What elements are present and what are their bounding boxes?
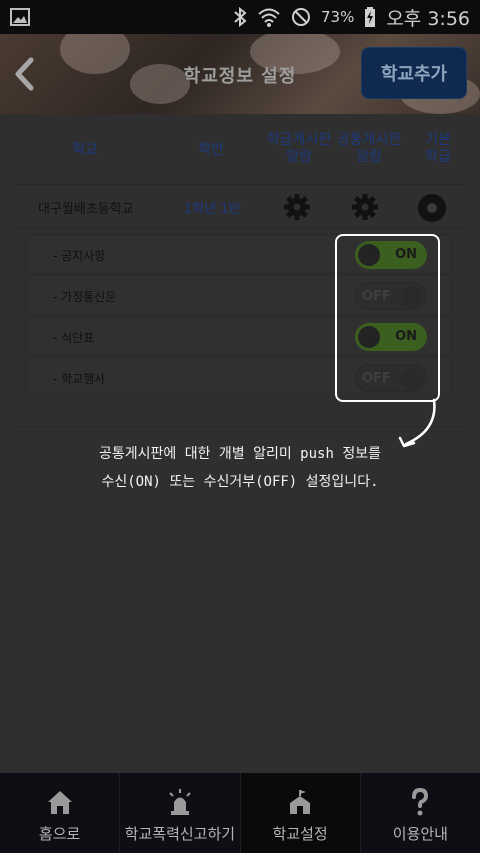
nav-report-violence[interactable]: 학교폭력신고하기 — [120, 773, 239, 853]
do-not-disturb-icon — [291, 8, 310, 26]
board-item-label: - 공지사항 — [53, 249, 106, 263]
status-bar: 73% 오후 3:56 — [0, 0, 480, 34]
school-name: 대구월배초등학교 — [38, 202, 134, 217]
caption-line: 수신(ON) 또는 수신거부(OFF) 설정입니다. — [101, 474, 379, 490]
column-grade-board-line2: 알람 — [286, 149, 312, 165]
common-board-gear-icon[interactable] — [350, 192, 380, 222]
column-common-board-line1: 공통게시판 — [336, 132, 402, 148]
battery-percent: 73% — [320, 8, 355, 26]
siren-icon — [169, 789, 191, 815]
tutorial-caption: 공통게시판에 대한 개별 알리미 push 정보를 수신(ON) 또는 수신거부… — [0, 440, 480, 496]
nav-label: 학교폭력신고하기 — [124, 825, 236, 843]
board-item-label: - 학교행사 — [53, 372, 106, 386]
column-basic-line1: 기본 — [425, 132, 451, 148]
column-basic-class: 기본 학급 — [416, 132, 460, 166]
bottom-nav: 홈으로 학교폭력신고하기 학교설정 이용안내 — [0, 773, 480, 853]
column-grade-board-line1: 학급게시판 — [266, 132, 332, 148]
settings-content: 학교 학반 학급게시판 알람 공통게시판 알람 기본 학급 대구월배초등학교 1… — [0, 114, 480, 773]
nav-home[interactable]: 홈으로 — [0, 773, 119, 853]
column-headers: 학교 학반 학급게시판 알람 공통게시판 알람 기본 학급 — [0, 114, 480, 184]
nav-school-settings[interactable]: 학교설정 — [240, 773, 360, 853]
grade-board-gear-icon[interactable] — [282, 192, 312, 222]
clock: 오후 3:56 — [386, 7, 470, 30]
header: 학교정보 설정 학교추가 — [0, 34, 480, 114]
school-icon — [290, 790, 311, 814]
divider — [14, 184, 466, 185]
home-icon — [47, 791, 72, 814]
battery-charging-icon — [365, 7, 376, 27]
nav-label: 학교설정 — [272, 825, 328, 843]
board-item-label: - 가정통신문 — [53, 290, 117, 304]
image-icon — [10, 8, 30, 26]
column-common-board-line2: 알람 — [356, 149, 382, 165]
school-row: 대구월배초등학교 1학년 1반 — [14, 186, 466, 228]
add-school-button[interactable]: 학교추가 — [361, 47, 467, 99]
nav-guide[interactable]: 이용안내 — [361, 773, 480, 853]
caption-line: 공통게시판에 대한 개별 알리미 push 정보를 — [99, 446, 381, 462]
column-basic-line2: 학급 — [425, 149, 451, 165]
board-item-label: - 식단표 — [53, 331, 95, 345]
column-grade-board-alarm: 학급게시판 알람 — [264, 132, 334, 166]
question-icon — [412, 787, 429, 816]
column-class: 학반 — [198, 142, 224, 158]
divider — [14, 228, 466, 229]
column-common-board-alarm: 공통게시판 알람 — [334, 132, 404, 166]
wifi-icon — [258, 8, 280, 27]
basic-class-radio[interactable] — [418, 194, 446, 222]
toggle-highlight-box — [335, 234, 440, 402]
bluetooth-icon — [234, 7, 247, 27]
nav-label: 이용안내 — [392, 825, 448, 843]
column-school: 학교 — [72, 142, 98, 158]
nav-label: 홈으로 — [38, 825, 81, 843]
school-class: 1학년 1반 — [184, 202, 241, 217]
